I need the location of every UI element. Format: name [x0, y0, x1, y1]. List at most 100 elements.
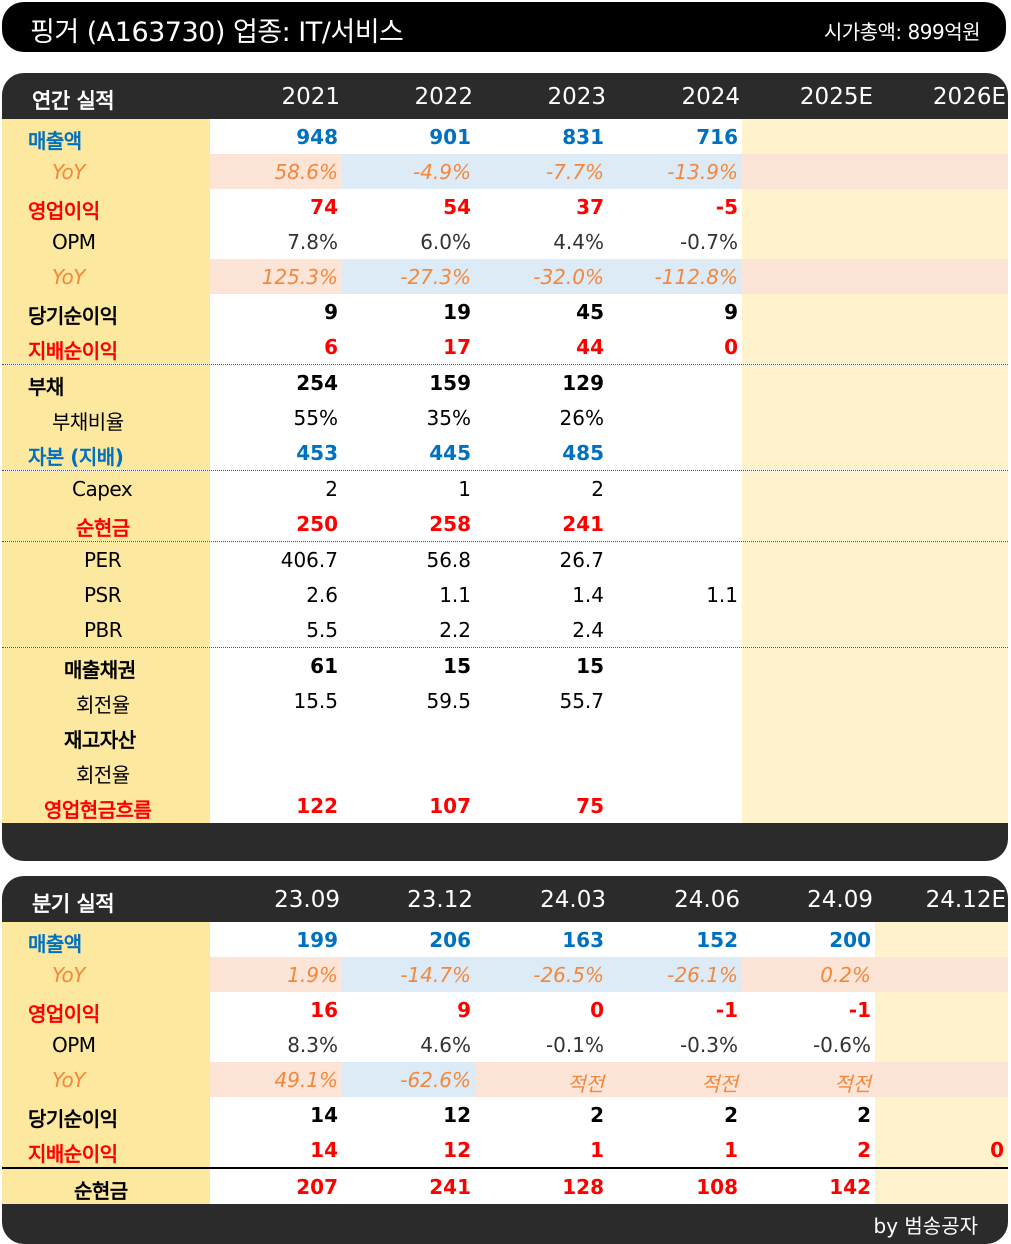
annual-header: 연간 실적 2021 2022 2023 2024 2025E 2026E	[2, 73, 1008, 119]
value-cell: 200	[742, 922, 875, 957]
cell-value: 37	[576, 195, 604, 219]
value-cell: 128	[475, 1169, 608, 1204]
table-row: YoY 1.9% -14.7% -26.5% -26.1% 0.2%	[2, 957, 1008, 992]
cell-value: 1	[458, 477, 471, 501]
table-row: PBR 5.5 2.2 2.4	[2, 612, 1008, 647]
row-label-cell: 부채	[2, 365, 210, 400]
table-row: YoY 49.1% -62.6% 적전 적전 적전	[2, 1062, 1008, 1097]
value-cell: 16	[210, 992, 342, 1027]
row-label-cell: 당기순이익	[2, 1097, 210, 1132]
value-cell	[742, 542, 875, 577]
column-header: 2026E	[932, 84, 1006, 110]
cell-value: 35%	[426, 406, 471, 430]
value-cell	[875, 788, 1008, 823]
value-cell: 142	[742, 1169, 875, 1204]
value-cell	[342, 718, 475, 753]
row-label-cell: 순현금	[2, 506, 210, 541]
value-cell: 2	[475, 1097, 608, 1132]
value-cell	[608, 788, 742, 823]
value-cell: 1	[608, 1132, 742, 1167]
row-label-cell: OPM	[2, 1027, 210, 1062]
cell-value: 4.6%	[420, 1033, 471, 1057]
value-cell: 2	[742, 1132, 875, 1167]
cell-value: 108	[696, 1175, 738, 1199]
cell-value: 적전	[701, 1072, 738, 1096]
table-row: 순현금 250 258 241	[2, 506, 1008, 541]
value-cell	[742, 294, 875, 329]
value-cell: 2.2	[342, 612, 475, 647]
value-cell	[875, 400, 1008, 435]
value-cell	[210, 718, 342, 753]
cell-value: 199	[296, 928, 338, 952]
value-cell: 58.6%	[210, 154, 342, 189]
row-label-cell: YoY	[2, 259, 210, 294]
cell-value: 258	[429, 512, 471, 536]
table-row: 지배순이익 6 17 44 0	[2, 329, 1008, 364]
cell-value: 7.8%	[287, 230, 338, 254]
value-cell	[608, 683, 742, 718]
cell-value: 적전	[567, 1072, 604, 1096]
value-cell	[608, 648, 742, 683]
row-label-cell: 영업현금흐름	[2, 788, 210, 823]
row-label: 당기순이익	[28, 1107, 118, 1131]
row-label-cell: 영업이익	[2, 189, 210, 224]
table-row: PSR 2.6 1.1 1.4 1.1	[2, 577, 1008, 612]
table-row: 자본 (지배) 453 445 485	[2, 435, 1008, 470]
cell-value: 241	[429, 1175, 471, 1199]
value-cell: 1.9%	[210, 957, 342, 992]
value-cell: 2	[475, 471, 608, 506]
value-cell: 122	[210, 788, 342, 823]
value-cell: 9	[608, 294, 742, 329]
table-row: 부채비율 55% 35% 26%	[2, 400, 1008, 435]
table-row: YoY 125.3% -27.3% -32.0% -112.8%	[2, 259, 1008, 294]
cell-value: 15	[443, 654, 471, 678]
cell-value: 4.4%	[553, 230, 604, 254]
value-cell: 44	[475, 329, 608, 364]
value-cell	[742, 577, 875, 612]
value-cell	[875, 471, 1008, 506]
cell-value: -13.9%	[667, 160, 738, 184]
cell-value: 1.1	[439, 583, 471, 607]
value-cell: 37	[475, 189, 608, 224]
value-cell: 0	[475, 992, 608, 1027]
value-cell: 485	[475, 435, 608, 470]
cell-value: 159	[429, 371, 471, 395]
value-cell: 26%	[475, 400, 608, 435]
cell-value: 445	[429, 441, 471, 465]
value-cell: 2	[608, 1097, 742, 1132]
cell-value: 58.6%	[274, 160, 338, 184]
value-cell: 1	[475, 1132, 608, 1167]
value-cell	[608, 435, 742, 470]
row-label-cell: PSR	[2, 577, 210, 612]
cell-value: -0.3%	[679, 1033, 738, 1057]
value-cell: -0.7%	[608, 224, 742, 259]
table-row: 순현금 207 241 128 108 142	[2, 1167, 1008, 1204]
value-cell	[742, 683, 875, 718]
table-row: 지배순이익 14 12 1 1 2 0	[2, 1132, 1008, 1167]
header-label: 분기 실적	[32, 892, 115, 916]
row-label: 영업현금흐름	[44, 798, 152, 822]
value-cell: -0.1%	[475, 1027, 608, 1062]
value-cell: -1	[742, 992, 875, 1027]
cell-value: 200	[829, 928, 871, 952]
value-cell: 159	[342, 365, 475, 400]
value-cell: -13.9%	[608, 154, 742, 189]
row-label-cell: 매출액	[2, 922, 210, 957]
row-label-cell: 영업이익	[2, 992, 210, 1027]
row-label-cell: 재고자산	[2, 718, 210, 753]
table-row: 영업현금흐름 122 107 75	[2, 788, 1008, 823]
column-header: 2024	[681, 84, 740, 110]
value-cell	[742, 189, 875, 224]
row-label-cell: 당기순이익	[2, 294, 210, 329]
value-cell	[875, 189, 1008, 224]
value-cell: 948	[210, 119, 342, 154]
value-cell	[608, 542, 742, 577]
value-cell: 254	[210, 365, 342, 400]
value-cell	[875, 957, 1008, 992]
value-cell	[742, 154, 875, 189]
value-cell	[742, 259, 875, 294]
value-cell: 258	[342, 506, 475, 541]
cell-value: 206	[429, 928, 471, 952]
quarterly-table: 분기 실적 23.09 23.12 24.03 24.06 24.09 24.12E 매출액 1…	[2, 876, 1008, 1244]
value-cell: -112.8%	[608, 259, 742, 294]
